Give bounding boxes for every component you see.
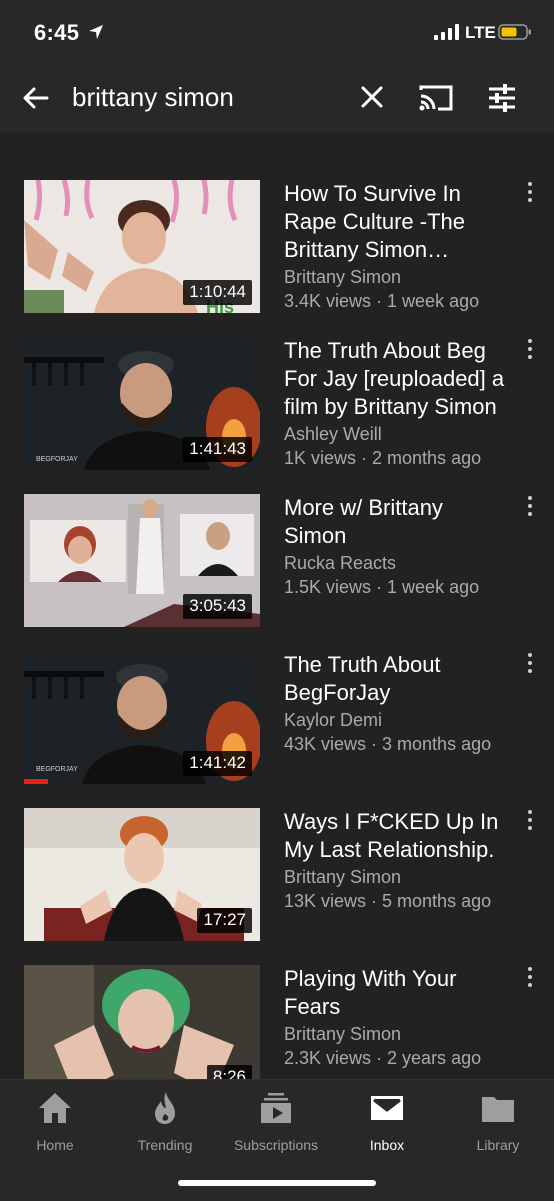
mail-icon: [371, 1096, 403, 1120]
nav-tab-label: Trending: [137, 1137, 193, 1153]
video-duration: 1:10:44: [183, 280, 252, 305]
video-title[interactable]: How To Survive In Rape Culture -The Brit…: [284, 180, 506, 264]
video-meta: Playing With Your Fears Brittany Simon 2…: [284, 965, 506, 1070]
video-result[interactable]: 8:26 Playing With Your Fears Brittany Si…: [0, 965, 554, 1079]
search-header: brittany simon: [0, 64, 554, 132]
nav-tab-subscriptions[interactable]: Subscriptions: [221, 1090, 331, 1153]
video-result[interactable]: BEGFORJAY 1:41:42 The Truth About BegFor…: [0, 651, 554, 785]
battery-icon: [498, 24, 531, 40]
flame-icon: [155, 1092, 175, 1124]
more-options-icon[interactable]: [522, 653, 538, 677]
nav-tab-label: Subscriptions: [233, 1137, 319, 1153]
video-result[interactable]: 17:27 Ways I F*CKED Up In My Last Relati…: [0, 808, 554, 942]
video-result[interactable]: BEGFORJAY 1:41:43 The Truth About Beg Fo…: [0, 337, 554, 471]
video-title[interactable]: The Truth About BegForJay: [284, 651, 506, 707]
video-channel[interactable]: Brittany Simon: [284, 865, 506, 889]
watch-progress-bar: [24, 779, 48, 784]
video-title[interactable]: More w/ Brittany Simon: [284, 494, 506, 550]
back-arrow-icon[interactable]: [20, 82, 52, 114]
video-title[interactable]: Playing With Your Fears: [284, 965, 506, 1021]
video-meta: Ways I F*CKED Up In My Last Relationship…: [284, 808, 506, 913]
video-meta: More w/ Brittany Simon Rucka Reacts 1.5K…: [284, 494, 506, 599]
more-options-icon[interactable]: [522, 339, 538, 363]
video-stats: 1K views · 2 months ago: [284, 448, 482, 468]
video-stats: 2.3K views · 2 years ago: [284, 1048, 482, 1068]
network-type: LTE: [465, 23, 496, 42]
svg-text:BEGFORJAY: BEGFORJAY: [36, 766, 78, 773]
video-stats: 43K views · 3 months ago: [284, 734, 492, 754]
more-options-icon[interactable]: [522, 496, 538, 520]
video-result[interactable]: 3:05:43 More w/ Brittany Simon Rucka Rea…: [0, 494, 554, 628]
home-indicator[interactable]: [178, 1180, 376, 1186]
video-channel[interactable]: Ashley Weill: [284, 422, 506, 446]
video-thumbnail[interactable]: 3:05:43: [24, 494, 260, 627]
video-thumbnail[interactable]: 17:27: [24, 808, 260, 941]
more-options-icon[interactable]: [522, 810, 538, 834]
search-query[interactable]: brittany simon: [72, 82, 234, 113]
video-thumbnail[interactable]: BEGFORJAY 1:41:43: [24, 337, 260, 470]
signal-bars-icon: [434, 24, 459, 40]
video-stats: 13K views · 5 months ago: [284, 891, 492, 911]
video-duration: 1:41:43: [183, 437, 252, 462]
nav-tab-trending[interactable]: Trending: [110, 1090, 220, 1153]
video-channel[interactable]: Brittany Simon: [284, 265, 506, 289]
video-stats: 1.5K views · 1 week ago: [284, 577, 480, 597]
video-duration: 1:41:42: [183, 751, 252, 776]
video-thumbnail[interactable]: His 1:10:44: [24, 180, 260, 313]
folder-icon: [482, 1097, 514, 1122]
subscriptions-icon: [261, 1093, 291, 1123]
status-time: 6:45: [34, 20, 80, 45]
more-options-icon[interactable]: [522, 182, 538, 206]
video-result[interactable]: His 1:10:44 How To Survive In Rape Cultu…: [0, 180, 554, 314]
video-title[interactable]: The Truth About Beg For Jay [reuploaded]…: [284, 337, 506, 421]
clear-search-icon[interactable]: [357, 82, 387, 112]
cast-icon[interactable]: [418, 82, 454, 114]
search-results-list[interactable]: His 1:10:44 How To Survive In Rape Cultu…: [0, 132, 554, 1079]
nav-tab-library[interactable]: Library: [443, 1090, 553, 1153]
video-channel[interactable]: Kaylor Demi: [284, 708, 506, 732]
video-meta: How To Survive In Rape Culture -The Brit…: [284, 180, 506, 313]
video-title[interactable]: Ways I F*CKED Up In My Last Relationship…: [284, 808, 506, 864]
nav-tab-label: Home: [36, 1137, 74, 1153]
nav-tab-label: Library: [476, 1137, 520, 1153]
video-thumbnail[interactable]: 8:26: [24, 965, 260, 1079]
video-channel[interactable]: Brittany Simon: [284, 1022, 506, 1046]
video-thumbnail[interactable]: BEGFORJAY 1:41:42: [24, 651, 260, 784]
video-meta: The Truth About Beg For Jay [reuploaded]…: [284, 337, 506, 470]
nav-tab-inbox[interactable]: Inbox: [332, 1090, 442, 1153]
more-options-icon[interactable]: [522, 967, 538, 991]
svg-text:BEGFORJAY: BEGFORJAY: [36, 456, 78, 463]
video-duration: 8:26: [206, 1065, 252, 1079]
video-meta: The Truth About BegForJay Kaylor Demi 43…: [284, 651, 506, 756]
video-stats: 3.4K views · 1 week ago: [284, 291, 480, 311]
filter-icon[interactable]: [486, 82, 518, 114]
status-bar: 6:45 LTE: [0, 0, 554, 64]
video-channel[interactable]: Rucka Reacts: [284, 551, 506, 575]
nav-tab-label: Inbox: [369, 1137, 405, 1153]
home-icon: [39, 1093, 71, 1123]
nav-tab-home[interactable]: Home: [0, 1090, 110, 1153]
video-duration: 17:27: [197, 908, 252, 933]
video-duration: 3:05:43: [183, 594, 252, 619]
location-arrow-icon: [89, 25, 103, 39]
